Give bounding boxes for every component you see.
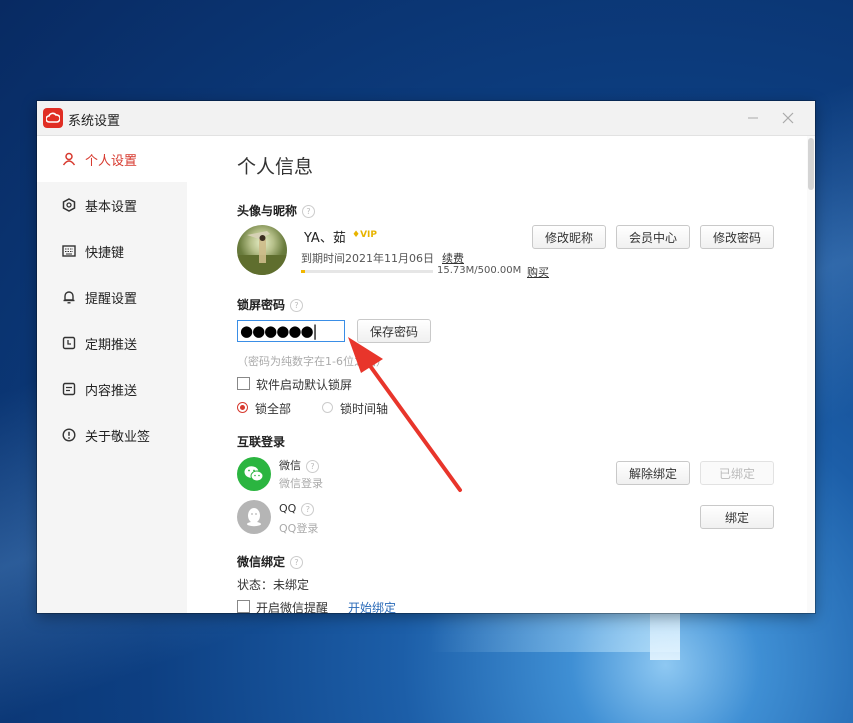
sidebar-item-label: 个人设置 <box>85 153 138 169</box>
wechat-bound-button: 已绑定 <box>700 461 774 485</box>
help-icon[interactable]: ? <box>302 205 316 218</box>
bell-icon <box>61 289 77 305</box>
scrollbar-thumb[interactable] <box>808 138 814 190</box>
help-icon[interactable]: ? <box>306 459 319 473</box>
edit-nickname-button[interactable]: 修改昵称 <box>532 225 606 249</box>
password-hint: （密码为纯数字在1-6位之间） <box>237 355 387 368</box>
content-icon <box>61 381 77 397</box>
help-icon[interactable]: ? <box>290 556 304 569</box>
wechat-reminder-checkbox[interactable] <box>237 600 250 613</box>
qq-icon <box>237 500 271 534</box>
main-content: 个人信息 头像与昵称? YA、茹 ♦VIP 到期时间2021年11月06日 续费… <box>187 136 815 613</box>
settings-window: 系统设置 个人设置 基本设置 快捷键 提醒设置 定期推送 内容推送 关于敬业签 … <box>37 101 815 613</box>
user-icon <box>61 151 77 167</box>
unbind-wechat-button[interactable]: 解除绑定 <box>616 461 690 485</box>
title-bar: 系统设置 <box>37 101 815 136</box>
lock-timeline-radio[interactable] <box>322 402 333 413</box>
close-button[interactable] <box>775 105 801 131</box>
sidebar: 个人设置 基本设置 快捷键 提醒设置 定期推送 内容推送 关于敬业签 <box>37 136 187 613</box>
storage-usage: 15.73M/500.00M <box>437 265 522 276</box>
username: YA、茹 <box>304 231 346 246</box>
lock-password-input[interactable]: ●●●●●●| <box>237 320 345 342</box>
sidebar-item-label: 关于敬业签 <box>85 429 151 445</box>
sidebar-item-label: 快捷键 <box>85 245 125 261</box>
lock-timeline-label: 锁时间轴 <box>340 402 389 416</box>
expire-date: 到期时间2021年11月06日 <box>301 252 434 265</box>
wechat-icon <box>237 457 271 491</box>
qq-login-label: QQ登录 <box>279 522 319 535</box>
sidebar-item-content[interactable]: 内容推送 <box>37 366 187 412</box>
wechat-name: 微信? <box>279 457 319 473</box>
minimize-button[interactable] <box>740 105 766 131</box>
storage-progress-fill <box>301 270 305 273</box>
lock-all-radio[interactable] <box>237 402 248 413</box>
scrollbar[interactable] <box>807 136 815 613</box>
help-icon[interactable]: ? <box>290 299 304 312</box>
buy-link[interactable]: 购买 <box>527 264 549 280</box>
page-title: 个人信息 <box>237 156 314 178</box>
lock-all-label: 锁全部 <box>255 402 292 416</box>
wechat-login-label: 微信登录 <box>279 477 323 490</box>
member-center-button[interactable]: 会员中心 <box>616 225 690 249</box>
section-title: 头像与昵称? <box>237 202 316 219</box>
qq-name: QQ? <box>279 502 315 516</box>
app-logo-icon <box>43 108 63 128</box>
storage-progress <box>301 270 433 273</box>
desktop-light-beam <box>430 612 680 652</box>
sidebar-item-label: 定期推送 <box>85 337 138 353</box>
sidebar-item-reminders[interactable]: 提醒设置 <box>37 274 187 320</box>
sidebar-item-label: 内容推送 <box>85 383 138 399</box>
start-bind-link[interactable]: 开始绑定 <box>348 599 396 613</box>
sidebar-item-label: 提醒设置 <box>85 291 138 307</box>
startup-lock-label: 软件启动默认锁屏 <box>256 378 353 392</box>
settings-icon <box>61 197 77 213</box>
sidebar-item-personal[interactable]: 个人设置 <box>37 136 187 182</box>
info-icon <box>61 427 77 443</box>
sidebar-item-shortcuts[interactable]: 快捷键 <box>37 228 187 274</box>
vip-badge: ♦VIP <box>352 230 377 240</box>
schedule-icon <box>61 335 77 351</box>
change-password-button[interactable]: 修改密码 <box>700 225 774 249</box>
save-password-button[interactable]: 保存密码 <box>357 319 431 343</box>
sidebar-item-schedule[interactable]: 定期推送 <box>37 320 187 366</box>
wechat-reminder-label: 开启微信提醒 <box>256 601 329 613</box>
avatar[interactable] <box>237 225 287 275</box>
keyboard-icon <box>61 243 77 259</box>
sidebar-item-basic[interactable]: 基本设置 <box>37 182 187 228</box>
startup-lock-checkbox[interactable] <box>237 377 250 390</box>
window-title: 系统设置 <box>68 114 121 129</box>
section-title: 互联登录 <box>237 435 286 449</box>
wechat-bind-status: 状态：未绑定 <box>237 578 310 592</box>
section-title: 微信绑定? <box>237 553 304 570</box>
bind-qq-button[interactable]: 绑定 <box>700 505 774 529</box>
sidebar-item-label: 基本设置 <box>85 199 138 215</box>
sidebar-item-about[interactable]: 关于敬业签 <box>37 412 187 458</box>
help-icon[interactable]: ? <box>301 502 315 516</box>
section-title: 锁屏密码? <box>237 296 304 313</box>
renew-link[interactable]: 续费 <box>442 250 464 266</box>
